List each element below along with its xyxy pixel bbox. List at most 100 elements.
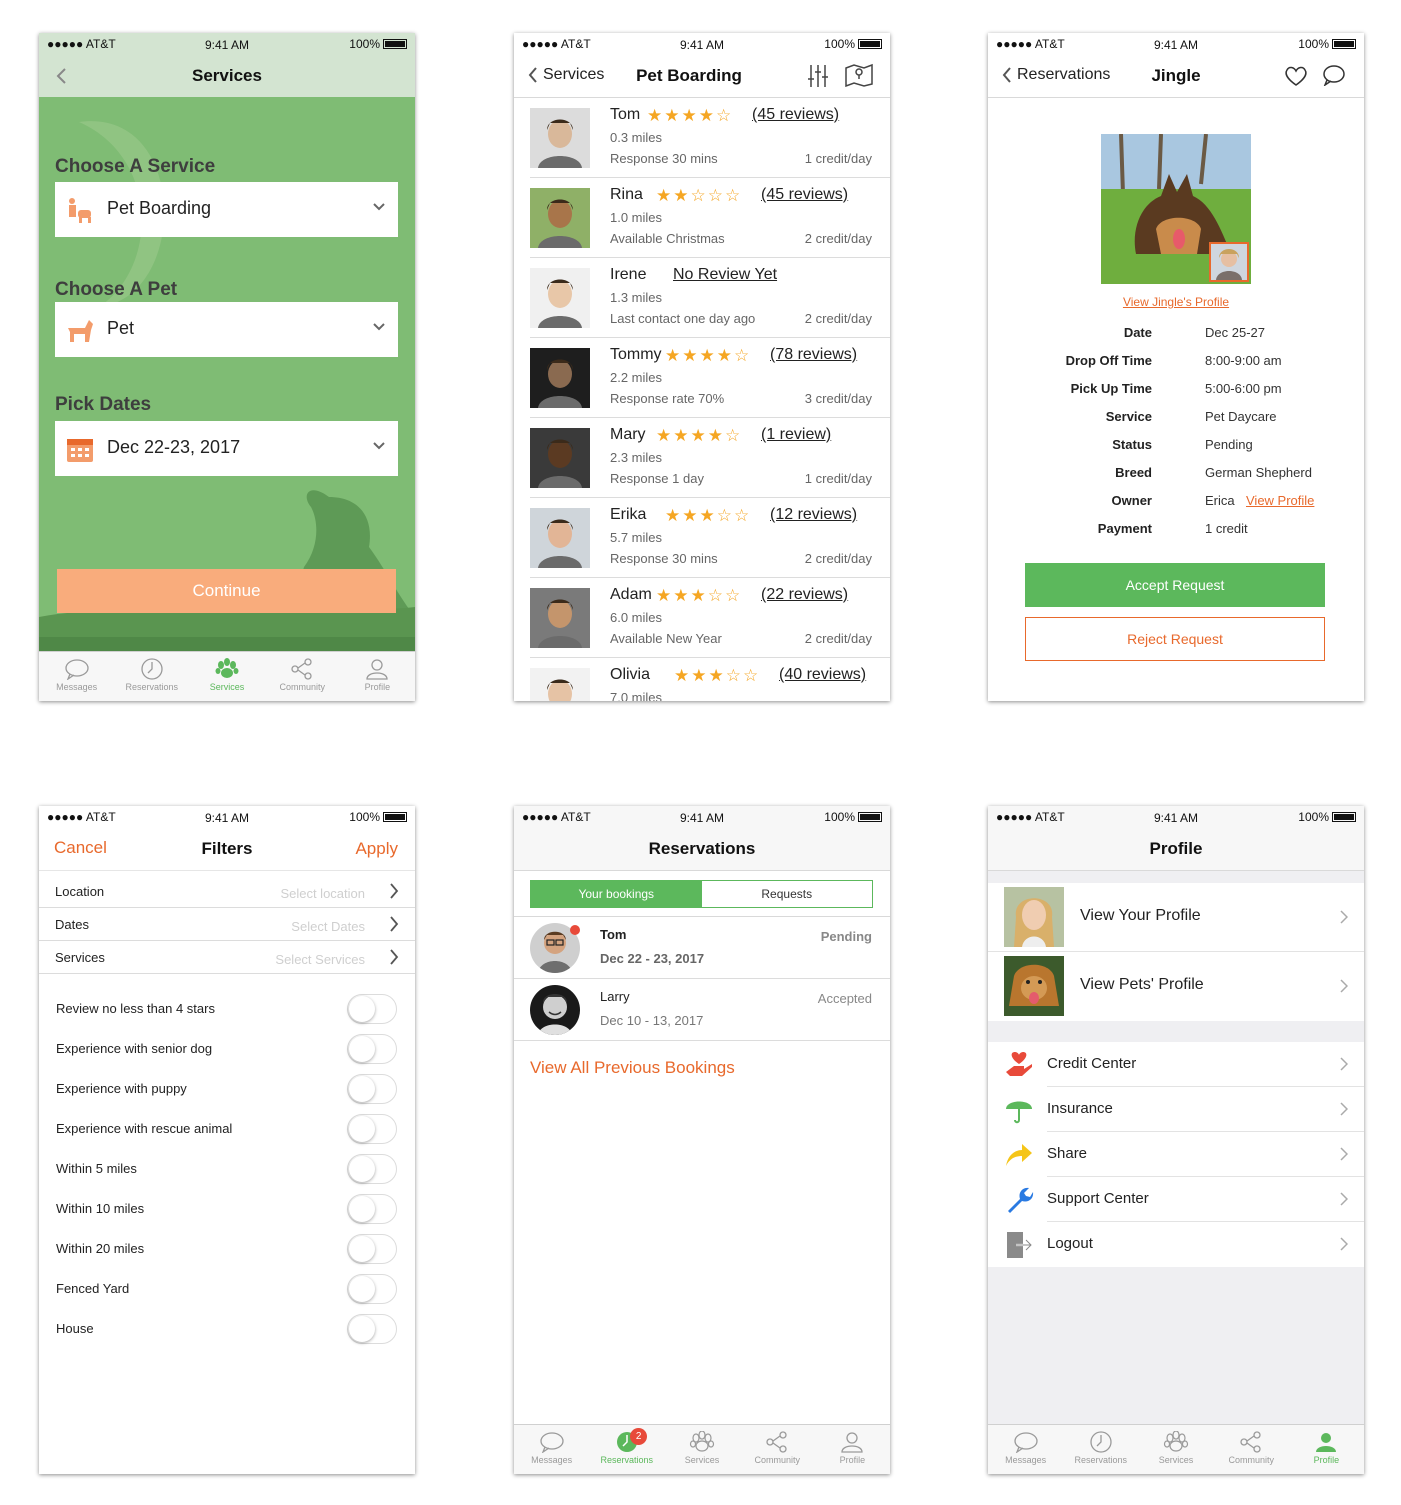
toggle-switch[interactable] [347,1154,397,1184]
reservations-screen: ●●●●● AT&T 9:41 AM 100% Reservations You… [514,806,890,1474]
reviews-link[interactable]: (12 reviews) [770,506,857,524]
sitter-note: Response rate 70% [610,391,725,406]
menu-row-logout[interactable]: Logout [988,1222,1364,1267]
sitter-price: 2 credit/day [804,311,872,326]
sitter-note: Available New Year [610,631,722,646]
map-icon[interactable] [845,63,873,87]
tab-profile[interactable]: Profile [815,1425,890,1474]
sitter-distance: 0.3 miles [610,130,663,145]
person-icon [366,659,389,680]
reviews-link[interactable]: (78 reviews) [770,346,857,364]
chevron-right-icon [1340,1057,1348,1071]
chat-bubble-icon[interactable] [1322,64,1346,86]
tab-services[interactable]: Services [189,652,264,701]
dates-select[interactable]: Dec 22-23, 2017 [55,421,398,476]
logout-icon [1004,1230,1034,1265]
toggle-label: House [56,1321,94,1336]
unread-dot [570,925,580,935]
detail-key: Payment [1097,521,1152,536]
service-select[interactable]: Pet Boarding [55,182,398,237]
sitter-name: Tom [610,106,641,123]
apply-button[interactable]: Apply [355,839,398,859]
toggle-switch[interactable] [347,1194,397,1224]
battery-icon [383,39,407,49]
filter-row-location[interactable]: Location Select location [39,875,415,908]
view-previous-bookings-link[interactable]: View All Previous Bookings [530,1058,735,1078]
reject-request-button[interactable]: Reject Request [1025,617,1325,661]
toggle-switch[interactable] [347,1234,397,1264]
toggle-switch[interactable] [347,1034,397,1064]
tab-community[interactable]: Community [1214,1425,1289,1474]
tab-requests[interactable]: Requests [701,881,872,907]
filter-sliders-icon[interactable] [807,64,829,88]
sitter-row[interactable]: Tommy ★★★★☆ (78 reviews) 2.2 miles Response … [530,338,890,418]
tab-messages[interactable]: Messages [514,1425,589,1474]
reviews-link[interactable]: (45 reviews) [761,186,848,204]
detail-value: 8:00-9:00 am [1205,353,1282,368]
menu-label: Insurance [1047,1100,1113,1117]
share-arrow-icon [1004,1140,1034,1175]
heart-icon[interactable] [1284,65,1308,87]
booking-row[interactable]: Larry Dec 10 - 13, 2017 Accepted [514,979,890,1041]
filter-row-services[interactable]: Services Select Services [39,941,415,974]
nav-bar: Services [39,55,415,97]
sitter-row[interactable]: Olivia ★★★☆☆ (40 reviews) 7.0 miles [530,658,890,701]
toggle-switch[interactable] [347,1314,397,1344]
sitter-name: Mary [610,426,646,443]
reviews-link[interactable]: (45 reviews) [752,106,839,124]
booking-name: Tom [600,927,627,942]
booking-status: Accepted [817,991,872,1006]
menu-row-support-center[interactable]: Support Center [988,1177,1364,1222]
filter-row-dates[interactable]: Dates Select Dates [39,908,415,941]
chevron-down-icon [373,323,385,331]
booking-row[interactable]: Tom Dec 22 - 23, 2017 Pending [514,917,890,979]
tab-services[interactable]: Services [1138,1425,1213,1474]
sitter-row[interactable]: Irene No Review Yet 1.3 miles Last contact … [530,258,890,338]
community-share-icon [1240,1431,1261,1453]
pet-select[interactable]: Pet [55,302,398,357]
menu-row-credit-center[interactable]: Credit Center [988,1042,1364,1087]
toggle-label: Review no less than 4 stars [56,1001,215,1016]
chevron-right-icon [390,916,399,932]
detail-value: German Shepherd [1205,465,1312,480]
continue-button[interactable]: Continue [57,569,396,613]
accept-request-button[interactable]: Accept Request [1025,563,1325,607]
toggle-switch[interactable] [347,1274,397,1304]
sitter-row[interactable]: Adam ★★★☆☆ (22 reviews) 6.0 miles Available … [530,578,890,658]
sitter-row[interactable]: Tom ★★★★☆ (45 reviews) 0.3 miles Response 30… [530,98,890,178]
reviews-link[interactable]: (22 reviews) [761,586,848,604]
tab-reservations[interactable]: Reservations [114,652,189,701]
reviews-link[interactable]: (40 reviews) [779,666,866,684]
owner-thumbnail [1209,242,1249,282]
toggle-switch[interactable] [347,994,397,1024]
tab-reservations[interactable]: Reservations 2 [589,1425,664,1474]
sitter-photo [530,268,590,328]
tab-messages[interactable]: Messages [988,1425,1063,1474]
tab-community[interactable]: Community [740,1425,815,1474]
menu-row-share[interactable]: Share [988,1132,1364,1177]
view-your-profile-row[interactable]: View Your Profile [988,883,1364,952]
toggle-switch[interactable] [347,1114,397,1144]
tab-messages[interactable]: Messages [39,652,114,701]
sitter-distance: 2.3 miles [610,450,663,465]
sitter-row[interactable]: Erika ★★★☆☆ (12 reviews) 5.7 miles Response … [530,498,890,578]
menu-row-insurance[interactable]: Insurance [988,1087,1364,1132]
tab-your-bookings[interactable]: Your bookings [531,881,702,907]
reviews-link[interactable]: No Review Yet [673,266,777,284]
tab-profile[interactable]: Profile [340,652,415,701]
tab-reservations[interactable]: Reservations [1063,1425,1138,1474]
sitter-row[interactable]: Mary ★★★★☆ (1 review) 2.3 miles Response 1 d… [530,418,890,498]
view-pet-profile-link[interactable]: View Jingle's Profile [988,295,1364,309]
tab-profile[interactable]: Profile [1289,1425,1364,1474]
page-title: Profile [1149,839,1203,858]
pet-photo[interactable] [1101,134,1251,284]
owner-profile-link[interactable]: View Profile [1246,493,1314,508]
tab-services[interactable]: Services [664,1425,739,1474]
view-pets-profile-row[interactable]: View Pets' Profile [988,952,1364,1021]
row-label: View Pets' Profile [1080,976,1204,993]
reviews-link[interactable]: (1 review) [761,426,831,444]
tab-community[interactable]: Community [265,652,340,701]
sitter-row[interactable]: Rina ★★☆☆☆ (45 reviews) 1.0 miles Available … [530,178,890,258]
detail-key: Date [1123,325,1152,340]
toggle-switch[interactable] [347,1074,397,1104]
